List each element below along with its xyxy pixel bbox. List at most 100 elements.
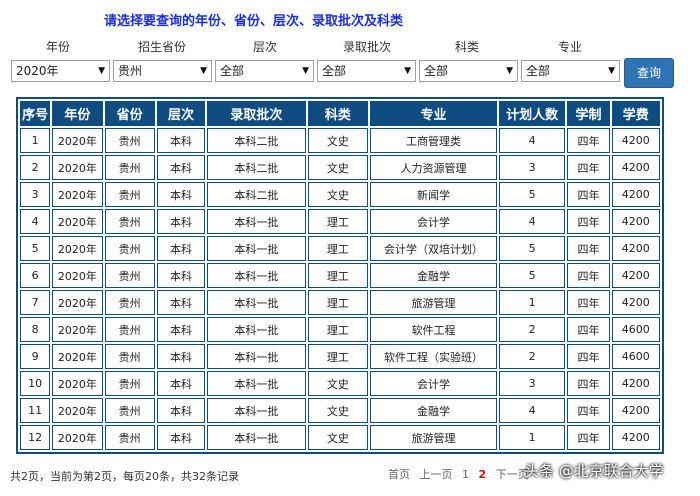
cell-year: 2020年 — [52, 128, 103, 153]
column-header-year: 年份 — [52, 101, 103, 126]
cell-tuition: 4600 — [611, 317, 660, 342]
cell-category: 理工 — [307, 290, 369, 315]
cell-year: 2020年 — [52, 290, 103, 315]
cell-batch: 本科一批 — [207, 209, 306, 234]
dropdown-arrow-icon: ▼ — [302, 66, 309, 76]
province-select-value: 贵州 — [118, 64, 143, 78]
cell-level: 本科 — [156, 290, 206, 315]
major-filter-label: 专业 — [558, 40, 583, 54]
province-select[interactable]: 贵州 ▼ — [113, 60, 212, 82]
cell-tuition: 4200 — [611, 155, 660, 180]
dropdown-arrow-icon: ▼ — [200, 66, 207, 76]
cell-index: 7 — [20, 290, 51, 315]
cell-index: 11 — [20, 398, 51, 423]
cell-index: 2 — [20, 155, 51, 180]
page-1-link[interactable]: 1 — [462, 468, 469, 481]
table-row: 11 2020年 贵州 本科 本科一批 文史 金融学 4 四年 4200 — [20, 398, 660, 423]
cell-category: 文史 — [307, 425, 369, 450]
cell-major: 软件工程 — [370, 317, 497, 342]
cell-level: 本科 — [156, 398, 206, 423]
cell-level: 本科 — [156, 236, 206, 261]
year-filter-label: 年份 — [46, 40, 71, 54]
cell-level: 本科 — [156, 155, 206, 180]
cell-index: 1 — [20, 128, 51, 153]
pagination-summary: 共2页，当前为第2页，每页20条，共32条记录 — [10, 470, 239, 483]
cell-major: 新闻学 — [370, 182, 497, 207]
category-select-value: 全部 — [424, 64, 449, 78]
cell-category: 文史 — [307, 155, 369, 180]
cell-major: 会计学（双培计划） — [370, 236, 497, 261]
cell-province: 贵州 — [104, 371, 155, 396]
batch-select[interactable]: 全部 ▼ — [317, 60, 416, 82]
cell-batch: 本科一批 — [207, 236, 306, 261]
cell-year: 2020年 — [52, 236, 103, 261]
cell-tuition: 4200 — [611, 290, 660, 315]
first-page-link[interactable]: 首页 — [388, 468, 410, 481]
column-header-tuition: 学费 — [611, 101, 660, 126]
cell-tuition: 4200 — [611, 263, 660, 288]
cell-index: 10 — [20, 371, 51, 396]
major-select[interactable]: 全部 ▼ — [521, 60, 620, 82]
cell-tuition: 4200 — [611, 371, 660, 396]
query-prompt: 请选择要查询的年份、省份、层次、录取批次及科类 — [104, 14, 404, 29]
cell-batch: 本科一批 — [207, 425, 306, 450]
cell-category: 文史 — [307, 182, 369, 207]
column-header-duration: 学制 — [567, 101, 610, 126]
major-select-value: 全部 — [526, 64, 551, 78]
column-header-level: 层次 — [156, 101, 206, 126]
cell-tuition: 4600 — [611, 344, 660, 369]
cell-province: 贵州 — [104, 155, 155, 180]
cell-major: 会计学 — [370, 371, 497, 396]
cell-year: 2020年 — [52, 398, 103, 423]
cell-duration: 四年 — [567, 371, 610, 396]
cell-level: 本科 — [156, 344, 206, 369]
cell-duration: 四年 — [567, 344, 610, 369]
table-row: 5 2020年 贵州 本科 本科一批 理工 会计学（双培计划） 5 四年 4200 — [20, 236, 660, 261]
cell-category: 理工 — [307, 317, 369, 342]
query-button[interactable]: 查询 — [624, 58, 674, 88]
cell-batch: 本科一批 — [207, 344, 306, 369]
dropdown-arrow-icon: ▼ — [506, 66, 513, 76]
cell-plan-count: 4 — [498, 398, 566, 423]
batch-select-value: 全部 — [322, 64, 347, 78]
cell-batch: 本科二批 — [207, 182, 306, 207]
cell-year: 2020年 — [52, 425, 103, 450]
cell-index: 3 — [20, 182, 51, 207]
cell-plan-count: 5 — [498, 182, 566, 207]
cell-duration: 四年 — [567, 155, 610, 180]
table-row: 6 2020年 贵州 本科 本科一批 理工 金融学 5 四年 4200 — [20, 263, 660, 288]
cell-plan-count: 3 — [498, 155, 566, 180]
cell-province: 贵州 — [104, 317, 155, 342]
cell-tuition: 4200 — [611, 236, 660, 261]
cell-province: 贵州 — [104, 182, 155, 207]
cell-batch: 本科一批 — [207, 371, 306, 396]
cell-duration: 四年 — [567, 317, 610, 342]
cell-plan-count: 1 — [498, 425, 566, 450]
year-select[interactable]: 2020年 ▼ — [11, 60, 110, 82]
pagination: 首页 上一页 1 2 下一页 — [388, 466, 535, 482]
cell-level: 本科 — [156, 263, 206, 288]
cell-duration: 四年 — [567, 425, 610, 450]
cell-category: 文史 — [307, 398, 369, 423]
dropdown-arrow-icon: ▼ — [404, 66, 411, 76]
cell-major: 金融学 — [370, 263, 497, 288]
prev-page-link[interactable]: 上一页 — [420, 468, 453, 481]
column-header-plan-count: 计划人数 — [498, 101, 566, 126]
cell-category: 文史 — [307, 371, 369, 396]
level-select[interactable]: 全部 ▼ — [215, 60, 314, 82]
table-row: 12 2020年 贵州 本科 本科一批 文史 旅游管理 1 四年 4200 — [20, 425, 660, 450]
cell-plan-count: 5 — [498, 263, 566, 288]
year-select-value: 2020年 — [16, 64, 59, 78]
cell-duration: 四年 — [567, 290, 610, 315]
cell-duration: 四年 — [567, 209, 610, 234]
column-header-major: 专业 — [370, 101, 497, 126]
cell-level: 本科 — [156, 209, 206, 234]
cell-batch: 本科一批 — [207, 290, 306, 315]
cell-level: 本科 — [156, 425, 206, 450]
cell-major: 工商管理类 — [370, 128, 497, 153]
cell-plan-count: 5 — [498, 236, 566, 261]
category-select[interactable]: 全部 ▼ — [419, 60, 518, 82]
batch-filter-label: 录取批次 — [343, 40, 392, 54]
cell-level: 本科 — [156, 128, 206, 153]
cell-province: 贵州 — [104, 236, 155, 261]
